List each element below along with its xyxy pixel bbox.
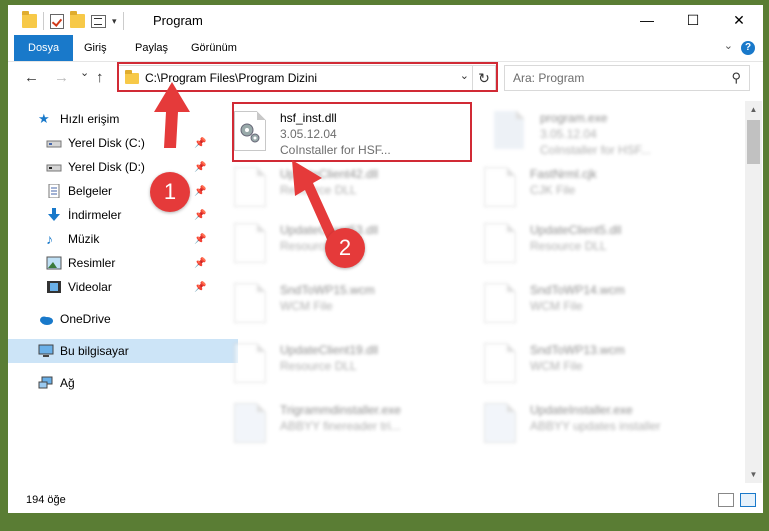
annotation-arrows	[154, 82, 338, 246]
arrow-up-icon	[154, 82, 190, 148]
step-badge-2: 2	[325, 228, 365, 268]
step-badge-1: 1	[150, 172, 190, 212]
